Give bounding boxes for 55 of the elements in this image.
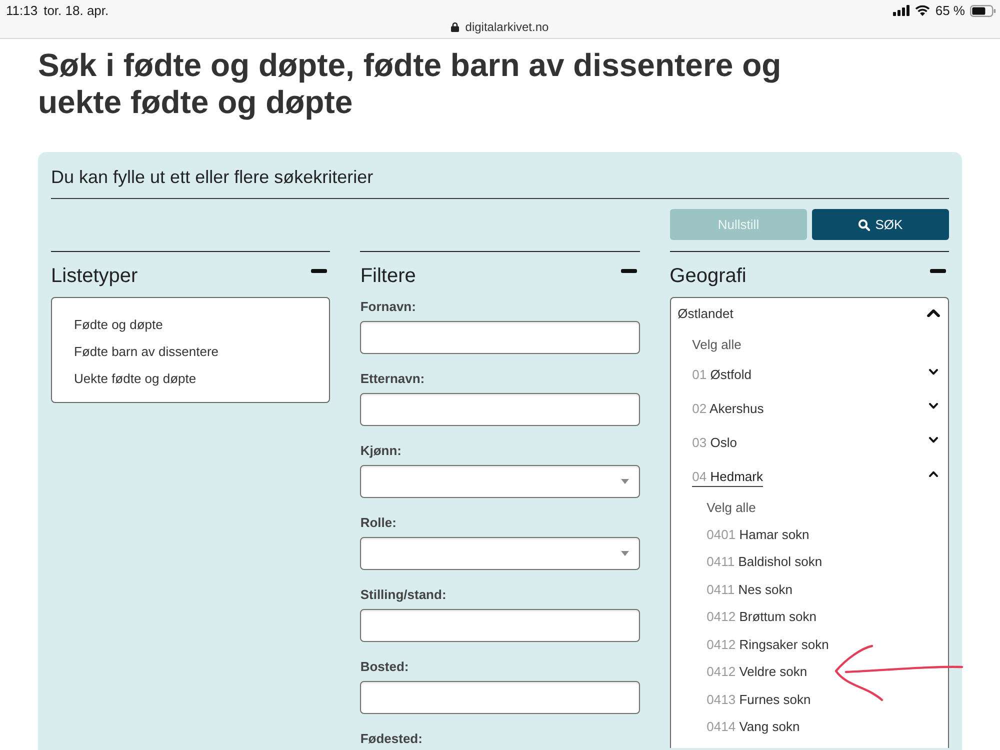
lock-icon (451, 22, 460, 32)
chevron-down-icon[interactable] (929, 369, 938, 375)
minus-icon[interactable] (311, 269, 328, 273)
field-label: Etternavn: (360, 370, 426, 388)
text-field[interactable] (360, 609, 640, 642)
tree-item[interactable]: 0411 Nes sokn (706, 582, 792, 600)
minus-icon[interactable] (620, 269, 637, 273)
tree-item[interactable]: 0413 Furnes sokn (706, 692, 811, 710)
chevron-up-icon[interactable] (927, 308, 940, 316)
chevron-down-icon[interactable] (929, 403, 938, 409)
tree-item[interactable]: Østlandet (678, 306, 734, 324)
clock-time: 11:13 (6, 3, 38, 18)
signal-icon (893, 5, 910, 16)
page-title: Søk i fødte og døpte, fødte barn av dissentere og uekte fødte og døpte (38, 47, 782, 121)
chevron-up-icon[interactable] (929, 471, 938, 477)
battery-percent: 65 % (935, 3, 965, 18)
date-text: tor. 18. apr. (44, 3, 109, 18)
list-type-item[interactable]: Uekte fødte og døpte (74, 371, 196, 386)
tree-item[interactable]: 0401 Hamar sokn (706, 526, 810, 545)
battery-icon (970, 4, 996, 16)
chevron-down-icon[interactable] (929, 437, 938, 443)
select-field[interactable] (360, 465, 640, 498)
list-type-item[interactable]: Fødte barn av dissentere (74, 344, 219, 359)
section-heading: Geografi (670, 264, 746, 288)
section-heading: Filtere (360, 264, 416, 288)
field-label: Fornavn: (360, 298, 417, 316)
field-label: Bosted: (360, 658, 410, 676)
select-all-link[interactable]: Velg alle (692, 336, 742, 354)
url-text: digitalarkivet.no (465, 20, 549, 34)
tree-item[interactable]: 0412 Veldre sokn (706, 664, 808, 682)
tree-item[interactable]: 04 Hedmark (692, 469, 763, 487)
search-button[interactable]: SØK (812, 209, 949, 240)
text-field[interactable] (360, 321, 640, 354)
caret-icon (620, 551, 629, 556)
select-field[interactable] (360, 537, 640, 570)
search-icon (858, 218, 870, 230)
tree-item[interactable]: 0412 Ringsaker sokn (706, 636, 829, 655)
tree-item[interactable]: 0412 Brøttum sokn (706, 609, 816, 628)
caret-icon (620, 479, 629, 484)
text-field[interactable] (360, 681, 640, 714)
tree-item[interactable]: 01 Østfold (692, 367, 752, 385)
tree-item[interactable]: 0414 Vang sokn (706, 719, 800, 738)
section-heading: Listetyper (51, 264, 138, 288)
field-label: Rolle: (360, 514, 398, 532)
field-label: Kjønn: (360, 442, 402, 460)
tree-item[interactable]: 0411 Baldishol sokn (706, 554, 822, 572)
tree-item[interactable]: 02 Akershus (692, 401, 764, 419)
list-type-item[interactable]: Fødte og døpte (74, 317, 163, 332)
field-label: Fødested: (360, 730, 424, 748)
intro-text: Du kan fylle ut ett eller flere søkekriterier (51, 152, 949, 199)
wifi-icon (915, 5, 930, 16)
tree-item[interactable]: 03 Oslo (692, 435, 737, 453)
select-all-link[interactable]: Velg alle (706, 500, 756, 518)
text-field[interactable] (360, 393, 640, 426)
field-label: Stilling/stand: (360, 586, 448, 604)
